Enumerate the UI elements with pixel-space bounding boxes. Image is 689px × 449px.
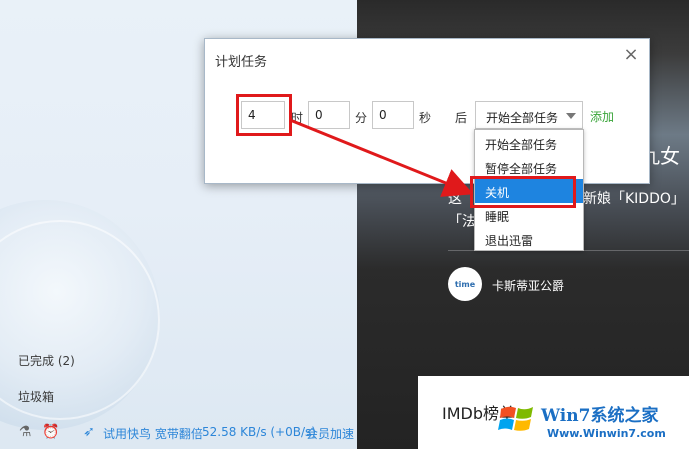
dropdown-option-exit[interactable]: 退出迅雷 bbox=[475, 227, 583, 251]
nav-item-completed[interactable]: 已完成 (2) bbox=[18, 352, 75, 369]
cover-desc-line1-start: 这 bbox=[448, 191, 462, 207]
alarm-clock-icon[interactable]: ⏰ bbox=[42, 423, 60, 441]
hours-unit: 时 bbox=[291, 111, 304, 125]
action-select-value: 开始全部任务 bbox=[486, 111, 559, 125]
nav-item-trash[interactable]: 垃圾箱 bbox=[18, 388, 54, 405]
minutes-input[interactable] bbox=[308, 101, 350, 129]
dropdown-option-start-all[interactable]: 开始全部任务 bbox=[475, 131, 583, 155]
author-name[interactable]: 卡斯蒂亚公爵 bbox=[492, 277, 564, 294]
watermark-url: Www.Winwin7.com bbox=[547, 427, 666, 440]
watermark-logo: Win7系统之家 bbox=[541, 406, 659, 426]
after-label: 后 bbox=[455, 111, 468, 125]
windows-logo-icon bbox=[498, 406, 533, 431]
flask-icon[interactable]: ⚗ bbox=[16, 423, 34, 441]
statusbar: ⚗ ⏰ ➶ 试用快鸟 宽带翻倍 52.58 KB/s (+0B/s) 会员加速 bbox=[0, 415, 357, 449]
annotation-box-shutdown bbox=[470, 176, 576, 208]
chevron-down-icon bbox=[566, 113, 576, 119]
seconds-unit: 秒 bbox=[419, 111, 432, 125]
seconds-input[interactable] bbox=[372, 101, 414, 129]
dialog-title: 计划任务 bbox=[215, 55, 268, 70]
cover-desc-line2: 「法 bbox=[448, 214, 476, 230]
cover-desc-line1-end: 新娘「KIDDO」 bbox=[583, 191, 685, 207]
speed-readout: 52.58 KB/s (+0B/s) bbox=[202, 425, 316, 439]
bird-icon[interactable]: ➶ bbox=[80, 423, 98, 441]
vip-speedup-link[interactable]: 会员加速 bbox=[306, 425, 354, 442]
annotation-box-hours bbox=[236, 94, 292, 136]
action-select[interactable]: 开始全部任务 bbox=[475, 101, 583, 129]
speedup-link[interactable]: 试用快鸟 宽带翻倍 bbox=[103, 425, 203, 442]
close-icon[interactable]: × bbox=[621, 45, 641, 65]
watermark: Win7系统之家 Www.Winwin7.com bbox=[497, 393, 689, 449]
add-button[interactable]: 添加 bbox=[590, 108, 614, 125]
author-avatar[interactable]: time bbox=[448, 267, 482, 301]
minutes-unit: 分 bbox=[355, 111, 368, 125]
